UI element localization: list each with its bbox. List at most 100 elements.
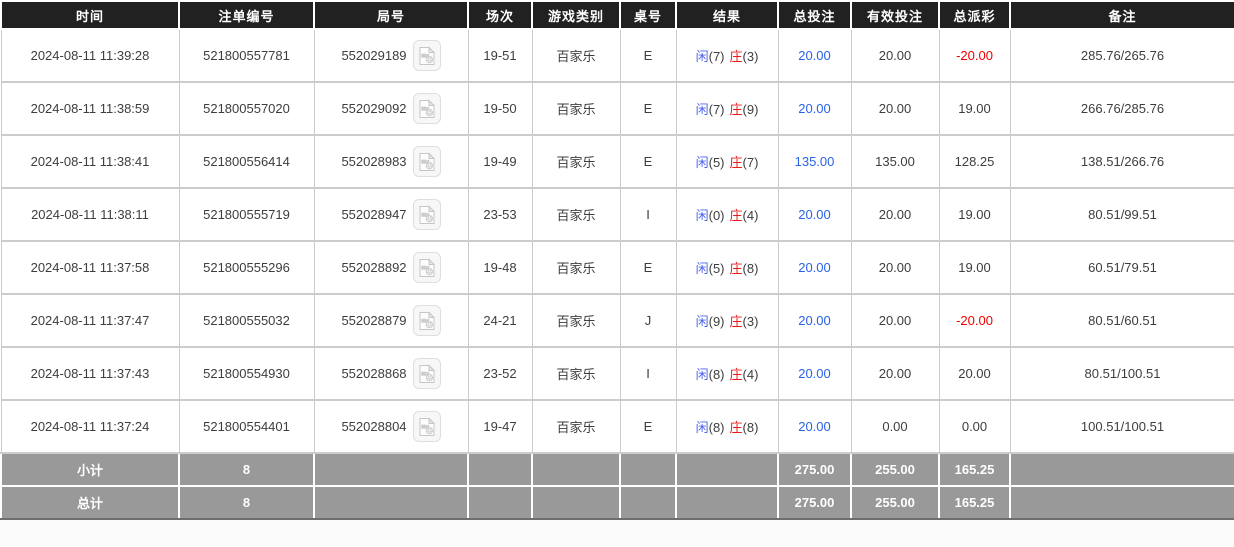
result-banker-label: 庄	[730, 49, 743, 64]
result-banker-label: 庄	[730, 314, 743, 329]
subtotal-game-empty	[532, 453, 620, 486]
cell-game-type: 百家乐	[532, 400, 620, 453]
video-replay-button[interactable]	[413, 411, 441, 442]
video-file-icon	[418, 311, 436, 331]
table-row: 2024-08-11 11:37:58 521800555296 5520288…	[1, 241, 1234, 294]
cell-session: 19-49	[468, 135, 532, 188]
cell-session: 23-52	[468, 347, 532, 400]
result-banker-score: (8)	[743, 420, 759, 435]
cell-result: 闲(7)庄(9)	[676, 82, 778, 135]
cell-game-type: 百家乐	[532, 135, 620, 188]
cell-valid-bet: 0.00	[851, 400, 939, 453]
cell-session: 19-51	[468, 29, 532, 82]
video-replay-button[interactable]	[413, 199, 441, 230]
round-number: 552029189	[341, 48, 406, 63]
cell-bet-no: 521800557020	[179, 82, 314, 135]
video-replay-button[interactable]	[413, 40, 441, 71]
video-file-icon	[418, 152, 436, 172]
cell-bet-no: 521800554401	[179, 400, 314, 453]
table-row: 2024-08-11 11:38:59 521800557020 5520290…	[1, 82, 1234, 135]
result-player-score: (5)	[709, 261, 725, 276]
cell-remark: 138.51/266.76	[1010, 135, 1234, 188]
video-file-icon	[418, 205, 436, 225]
col-game-type: 游戏类别	[532, 1, 620, 29]
video-file-icon	[418, 99, 436, 119]
cell-remark: 80.51/100.51	[1010, 347, 1234, 400]
cell-remark: 80.51/99.51	[1010, 188, 1234, 241]
cell-valid-bet: 20.00	[851, 241, 939, 294]
cell-valid-bet: 20.00	[851, 188, 939, 241]
video-replay-button[interactable]	[413, 358, 441, 389]
subtotal-round-empty	[314, 453, 468, 486]
cell-total-bet: 20.00	[778, 188, 851, 241]
video-replay-button[interactable]	[413, 305, 441, 336]
table-header: 时间 注单编号 局号 场次 游戏类别 桌号 结果 总投注 有效投注 总派彩 备注	[1, 1, 1234, 29]
cell-round-no: 552028947	[314, 188, 468, 241]
video-file-icon	[418, 46, 436, 66]
cell-table-no: I	[620, 188, 676, 241]
result-player-score: (0)	[709, 208, 725, 223]
cell-total-bet: 135.00	[778, 135, 851, 188]
round-number: 552028804	[341, 419, 406, 434]
table-row: 2024-08-11 11:38:11 521800555719 5520289…	[1, 188, 1234, 241]
cell-valid-bet: 20.00	[851, 29, 939, 82]
result-banker-label: 庄	[730, 102, 743, 117]
col-session: 场次	[468, 1, 532, 29]
cell-total-bet: 20.00	[778, 294, 851, 347]
cell-payout: 0.00	[939, 400, 1010, 453]
col-payout: 总派彩	[939, 1, 1010, 29]
video-replay-button[interactable]	[413, 93, 441, 124]
table-row: 2024-08-11 11:39:28 521800557781 5520291…	[1, 29, 1234, 82]
subtotal-row: 小计 8 275.00 255.00 165.25	[1, 453, 1234, 486]
cell-game-type: 百家乐	[532, 29, 620, 82]
cell-result: 闲(5)庄(8)	[676, 241, 778, 294]
subtotal-valid-bet: 255.00	[851, 453, 939, 486]
cell-result: 闲(8)庄(4)	[676, 347, 778, 400]
cell-time: 2024-08-11 11:38:59	[1, 82, 179, 135]
round-number: 552028947	[341, 207, 406, 222]
records-body: 2024-08-11 11:39:28 521800557781 5520291…	[1, 29, 1234, 453]
result-banker-label: 庄	[730, 367, 743, 382]
cell-bet-no: 521800555296	[179, 241, 314, 294]
col-round-no: 局号	[314, 1, 468, 29]
cell-session: 19-50	[468, 82, 532, 135]
cell-time: 2024-08-11 11:38:11	[1, 188, 179, 241]
video-replay-button[interactable]	[413, 146, 441, 177]
result-player-score: (5)	[709, 155, 725, 170]
cell-remark: 80.51/60.51	[1010, 294, 1234, 347]
result-player-label: 闲	[696, 208, 709, 223]
result-player-label: 闲	[696, 49, 709, 64]
cell-table-no: I	[620, 347, 676, 400]
cell-bet-no: 521800557781	[179, 29, 314, 82]
cell-game-type: 百家乐	[532, 82, 620, 135]
col-bet-no: 注单编号	[179, 1, 314, 29]
cell-table-no: E	[620, 135, 676, 188]
cell-session: 23-53	[468, 188, 532, 241]
result-banker-label: 庄	[730, 420, 743, 435]
cell-time: 2024-08-11 11:37:43	[1, 347, 179, 400]
subtotal-total-bet: 275.00	[778, 453, 851, 486]
total-remark-empty	[1010, 486, 1234, 519]
cell-valid-bet: 20.00	[851, 347, 939, 400]
cell-round-no: 552029189	[314, 29, 468, 82]
result-banker-score: (8)	[743, 261, 759, 276]
total-payout: 165.25	[939, 486, 1010, 519]
cell-valid-bet: 135.00	[851, 135, 939, 188]
cell-session: 19-48	[468, 241, 532, 294]
video-file-icon	[418, 258, 436, 278]
cell-time: 2024-08-11 11:37:47	[1, 294, 179, 347]
result-banker-score: (3)	[743, 314, 759, 329]
round-number: 552028879	[341, 313, 406, 328]
cell-bet-no: 521800554930	[179, 347, 314, 400]
total-table-empty	[620, 486, 676, 519]
video-replay-button[interactable]	[413, 252, 441, 283]
subtotal-table-empty	[620, 453, 676, 486]
result-player-label: 闲	[696, 261, 709, 276]
total-round-empty	[314, 486, 468, 519]
result-player-score: (8)	[709, 420, 725, 435]
round-number: 552028892	[341, 260, 406, 275]
cell-game-type: 百家乐	[532, 294, 620, 347]
result-banker-score: (4)	[743, 367, 759, 382]
cell-valid-bet: 20.00	[851, 82, 939, 135]
subtotal-count: 8	[179, 453, 314, 486]
